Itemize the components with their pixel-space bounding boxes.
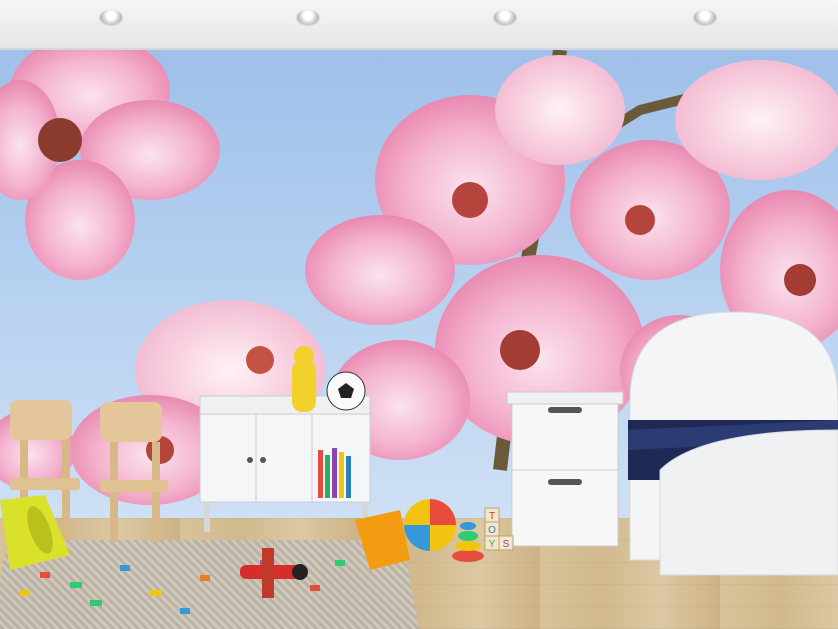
toys-letter-blocks: T O Y S [484,507,514,551]
svg-text:O: O [488,525,496,536]
beach-ball [404,499,456,551]
svg-text:T: T [489,511,495,522]
svg-text:S: S [503,539,510,550]
yellow-toy-bucket [0,495,70,570]
furniture-layer: T O Y S [0,311,838,614]
white-nightstand [506,391,624,547]
orange-toy-bucket [355,510,410,570]
white-storage-cabinet [199,395,371,532]
red-toy-plane [240,548,308,598]
white-kids-bed [628,311,838,576]
soccer-ball [326,371,366,411]
stacking-ring-toy [452,522,484,562]
kid-chair-right [100,402,168,542]
kids-room-scene: T O Y S [0,0,838,629]
svg-text:Y: Y [489,539,496,550]
yellow-toy-figure [292,346,316,412]
